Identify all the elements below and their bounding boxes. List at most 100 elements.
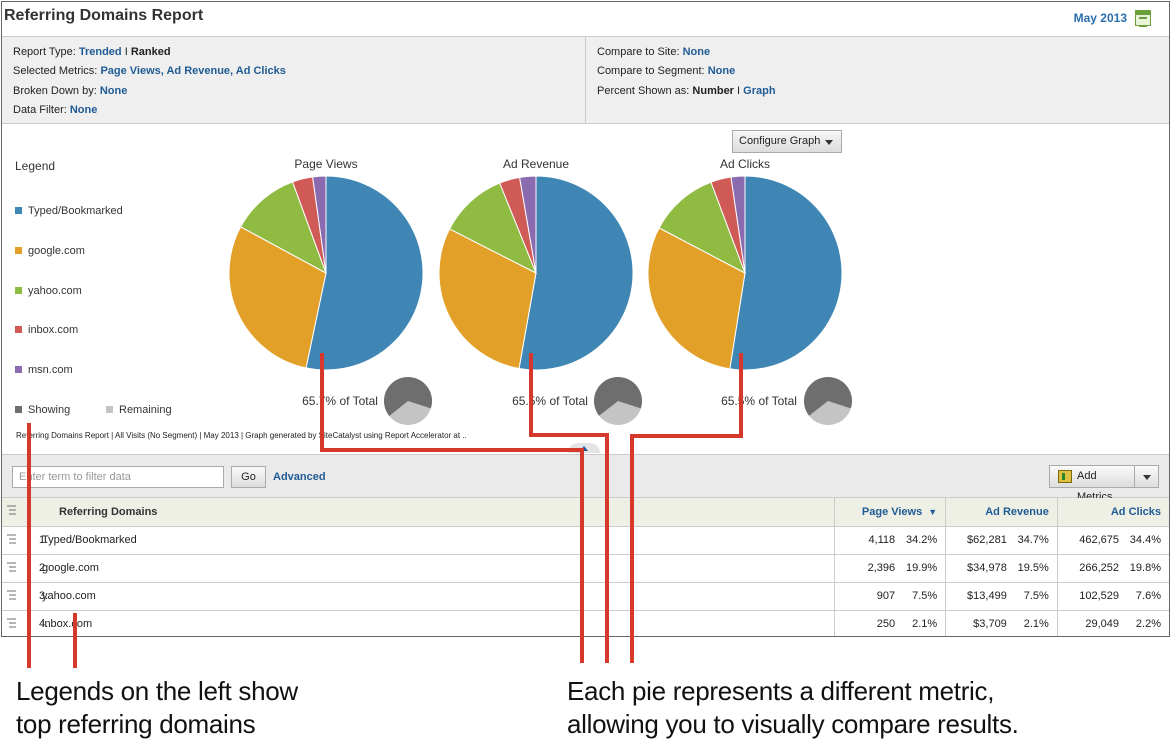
page-views-percent: 2.1% <box>912 618 938 630</box>
pie-chart-2: Ad Clicks 65.5% of Total <box>647 157 853 425</box>
ad-revenue-percent: 34.7% <box>1017 534 1049 546</box>
breakdown-icon[interactable] <box>6 589 18 600</box>
ad-clicks-percent: 19.8% <box>1129 562 1161 574</box>
right-caption-line1: Each pie represents a different metric, <box>567 676 995 706</box>
settings-right-column: Compare to Site: None Compare to Segment:… <box>587 37 1169 123</box>
breakdown-icon[interactable] <box>6 505 18 515</box>
go-button[interactable]: Go <box>231 466 266 488</box>
collapse-graph-handle[interactable] <box>568 443 600 453</box>
advanced-link[interactable]: Advanced <box>273 471 326 483</box>
setting-label: Percent Shown as: <box>597 84 690 97</box>
pie-title: Ad Clicks <box>720 157 770 171</box>
setting-label: Report Type: <box>13 46 76 58</box>
data-table: Referring Domains Page Views ▼ Ad Revenue… <box>2 498 1169 636</box>
ad-clicks-value: 266,252 <box>1079 562 1119 574</box>
right-setting-row: Compare to Segment: None <box>597 64 1169 83</box>
pie-title: Ad Revenue <box>503 157 569 171</box>
pie-title: Page Views <box>294 157 357 171</box>
page-views-value: 250 <box>876 618 896 630</box>
setting-value-link[interactable]: None <box>708 65 736 77</box>
page-views-cell: 4,118 34.2% <box>834 526 947 555</box>
right-setting-row: Compare to Site: None <box>597 45 1169 64</box>
breakdown-icon[interactable] <box>6 533 18 544</box>
ad-revenue-percent: 7.5% <box>1023 590 1049 602</box>
ad-clicks-value: 462,675 <box>1079 534 1119 546</box>
left-setting-row: Broken Down by: None <box>13 84 585 103</box>
page-views-percent: 34.2% <box>905 534 938 546</box>
table-row[interactable]: 1.Typed/Bookmarked 4,118 34.2% $62,281 34.7%… <box>2 526 1169 555</box>
row-rank: 3. <box>39 590 49 602</box>
pie-slice-typed-bookmarked[interactable] <box>729 175 843 371</box>
add-metrics-button[interactable]: Add Metrics <box>1049 465 1135 503</box>
date-selector-link[interactable]: May 2013 <box>1074 11 1127 25</box>
left-setting-row: Report Type: Trended I Ranked <box>13 45 585 64</box>
sort-descending-icon: ▼ <box>928 506 938 517</box>
header-page-views[interactable]: Page Views ▼ <box>834 498 947 527</box>
pie-charts: Page Views 65.7% of Total Ad Revenue 65.5% … <box>228 157 853 425</box>
ad-revenue-value: $62,281 <box>967 534 1007 546</box>
calendar-icon[interactable] <box>1135 10 1151 27</box>
ad-revenue-cell: $62,281 34.7% <box>945 526 1058 555</box>
page-views-value: 907 <box>876 590 896 602</box>
right-caption-line2: allowing you to visually compare results… <box>567 709 1019 739</box>
row-rank: 4. <box>39 618 49 630</box>
pie-total-label: 65.5% of Total <box>721 394 797 408</box>
setting-label: Broken Down by: <box>13 84 97 97</box>
left-caption-line1: Legends on the left show <box>16 676 298 706</box>
page-views-value: 2,396 <box>867 562 896 574</box>
row-breakdown-cell <box>2 582 22 611</box>
settings-left-column: Report Type: Trended I Ranked Selected Me… <box>2 37 586 123</box>
ad-clicks-cell: 29,049 2.2% <box>1057 610 1169 636</box>
ad-revenue-cell: $3,709 2.1% <box>945 610 1058 636</box>
ad-revenue-value: $13,499 <box>967 590 1007 602</box>
setting-label: Compare to Segment: <box>597 65 705 78</box>
ad-clicks-percent: 34.4% <box>1129 534 1161 546</box>
report-title: Referring Domains Report <box>4 7 204 24</box>
row-breakdown-cell <box>2 610 22 636</box>
ad-clicks-percent: 2.2% <box>1135 618 1161 630</box>
setting-label: Selected Metrics: <box>13 65 98 78</box>
ad-clicks-value: 29,049 <box>1085 618 1119 630</box>
setting-label: Compare to Site: <box>597 46 680 58</box>
setting-value-link[interactable]: None <box>683 46 711 58</box>
domain-name: google.com <box>42 562 99 574</box>
row-breakdown-cell <box>2 526 22 555</box>
setting-value-link[interactable]: Graph <box>743 85 775 97</box>
ad-revenue-cell: $13,499 7.5% <box>945 582 1058 611</box>
page-views-percent: 19.9% <box>905 562 938 574</box>
left-setting-row: Selected Metrics: Page Views, Ad Revenue… <box>13 64 585 83</box>
ad-clicks-percent: 7.6% <box>1135 590 1161 602</box>
ad-clicks-value: 102,529 <box>1079 590 1119 602</box>
breakdown-icon[interactable] <box>6 561 18 572</box>
setting-value-link[interactable]: None <box>100 85 128 97</box>
domain-cell: 3.yahoo.com <box>22 582 835 611</box>
setting-value-link[interactable]: None <box>70 104 98 116</box>
domain-cell: 1.Typed/Bookmarked <box>22 526 835 555</box>
ad-revenue-value: $34,978 <box>967 562 1007 574</box>
header-ad-revenue[interactable]: Ad Revenue <box>945 498 1058 527</box>
table-row[interactable]: 2.google.com 2,396 19.9% $34,978 19.5% 266,25… <box>2 554 1169 583</box>
page-views-percent: 7.5% <box>912 590 938 602</box>
row-rank: 1. <box>39 534 49 546</box>
page-views-cell: 250 2.1% <box>834 610 947 636</box>
ad-clicks-cell: 102,529 7.6% <box>1057 582 1169 611</box>
breakdown-icon[interactable] <box>6 617 18 628</box>
table-row[interactable]: 3.yahoo.com 907 7.5% $13,499 7.5% 102,529 7.6% <box>2 582 1169 611</box>
header-ad-clicks[interactable]: Ad Clicks <box>1057 498 1169 527</box>
add-metrics-icon <box>1058 470 1072 483</box>
chevron-down-icon[interactable] <box>1135 465 1159 488</box>
filter-bar: Go Advanced Add Metrics <box>2 454 1169 503</box>
filter-input[interactable] <box>12 466 224 488</box>
left-caption-line2: top referring domains <box>16 709 256 739</box>
row-rank: 2. <box>39 562 49 574</box>
table-row[interactable]: 4.inbox.com 250 2.1% $3,709 2.1% 29,049 2.2% <box>2 610 1169 636</box>
setting-value-link[interactable]: Page Views, Ad Revenue, Ad Clicks <box>100 65 285 77</box>
ad-revenue-value: $3,709 <box>973 618 1007 630</box>
setting-value-link[interactable]: Trended <box>79 46 122 58</box>
ad-revenue-percent: 2.1% <box>1023 618 1049 630</box>
setting-value: I <box>121 46 131 58</box>
header-referring-domains[interactable]: Referring Domains <box>22 498 835 527</box>
table-header-row: Referring Domains Page Views ▼ Ad Revenue… <box>2 498 1169 527</box>
domain-name: inbox.com <box>42 618 93 630</box>
page-views-cell: 2,396 19.9% <box>834 554 947 583</box>
